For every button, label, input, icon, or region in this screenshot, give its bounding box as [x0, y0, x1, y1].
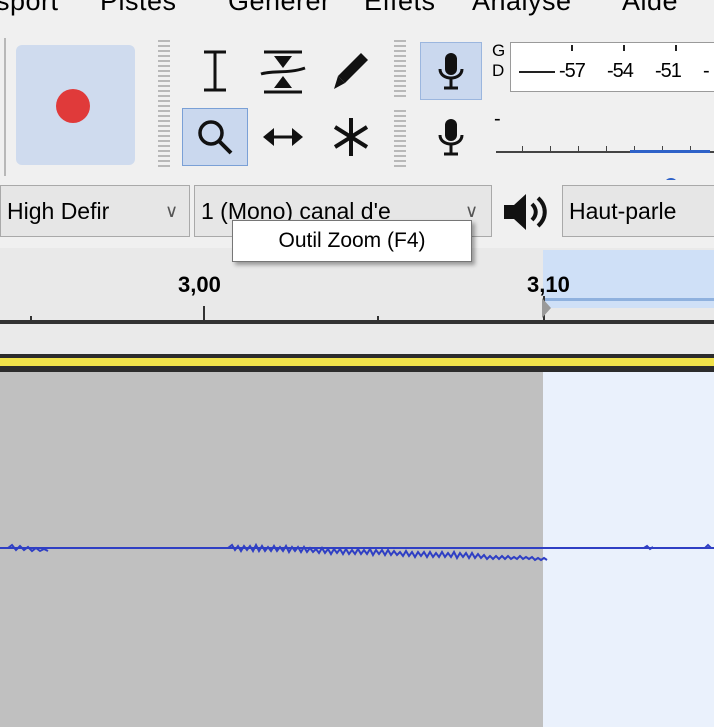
- meter-toolbar-grip[interactable]: [394, 40, 406, 100]
- meter-tick: [623, 45, 625, 51]
- toolbar: G D -57 -54 -51 - -: [0, 34, 714, 192]
- ruler-selection-line: [543, 298, 714, 301]
- slider-tick: [522, 146, 523, 152]
- zoom-tool-button[interactable]: [182, 108, 248, 166]
- microphone-icon: [438, 53, 464, 90]
- menu-generer[interactable]: Générer: [228, 0, 331, 17]
- track-focus-indicator: [0, 358, 714, 366]
- speaker-icon: [500, 190, 552, 234]
- pencil-icon: [334, 53, 368, 89]
- meter-scale-label: -54: [607, 60, 634, 82]
- input-device-select[interactable]: High Defir ∨: [0, 185, 190, 237]
- mixer-toolbar-grip[interactable]: [394, 110, 406, 170]
- menu-pistes[interactable]: Pistes: [100, 0, 177, 17]
- menu-bar: sport Pistes Générer Effets Analyse Aide: [0, 0, 714, 34]
- meter-scale-label: -: [703, 60, 710, 82]
- menu-aide[interactable]: Aide: [622, 0, 678, 17]
- meter-scale-label: -51: [655, 60, 682, 82]
- i-beam-icon: [204, 50, 226, 92]
- magnifier-icon: [198, 120, 233, 155]
- output-device-value: Haut-parle: [569, 198, 677, 224]
- menu-effets[interactable]: Effets: [364, 0, 436, 17]
- double-arrow-icon: [263, 128, 303, 146]
- recording-volume-icon-wrap: [420, 108, 482, 166]
- input-device-value: High Defir: [7, 198, 110, 224]
- multi-tool-button[interactable]: [318, 108, 384, 166]
- draw-tool-button[interactable]: [318, 42, 384, 100]
- play-position-marker-icon[interactable]: [542, 298, 551, 318]
- envelope-tool-button[interactable]: [250, 42, 316, 100]
- track-gap: [0, 324, 714, 354]
- selection-tool-button[interactable]: [182, 42, 248, 100]
- meter-scale-label: -57: [559, 60, 586, 82]
- chevron-down-icon: ∨: [165, 201, 179, 221]
- timeshift-tool-button[interactable]: [250, 108, 316, 166]
- envelope-icon: [260, 50, 306, 94]
- record-meter-button[interactable]: [420, 42, 482, 100]
- recording-volume-slider[interactable]: [496, 146, 714, 153]
- zoom-tool-tooltip: Outil Zoom (F4): [232, 220, 472, 262]
- menu-analyse[interactable]: Analyse: [472, 0, 572, 17]
- meter-channel-d: D: [492, 61, 505, 80]
- output-device-select[interactable]: Haut-parle: [562, 185, 714, 237]
- slider-min-label: -: [494, 108, 501, 130]
- ruler-label: 3,10: [527, 272, 570, 297]
- slider-fill: [630, 150, 710, 153]
- slider-tick: [578, 146, 579, 152]
- ruler-label: 3,00: [178, 272, 221, 297]
- asterisk-icon: [333, 118, 369, 156]
- meter-tick: [675, 45, 677, 51]
- meter-channel-g: G: [492, 41, 506, 60]
- ruler-major-tick: [203, 306, 205, 320]
- menu-transport[interactable]: sport: [0, 0, 59, 17]
- meter-tick: [571, 45, 573, 51]
- toolbar-grip[interactable]: [4, 38, 6, 176]
- record-icon: [56, 89, 90, 123]
- microphone-icon: [438, 119, 464, 156]
- recording-level-meter[interactable]: -57 -54 -51 -: [510, 42, 714, 92]
- tools-toolbar-grip[interactable]: [158, 40, 170, 170]
- meter-dash: [519, 71, 555, 73]
- slider-tick: [550, 146, 551, 152]
- waveform: [0, 542, 714, 562]
- slider-tick: [606, 146, 607, 152]
